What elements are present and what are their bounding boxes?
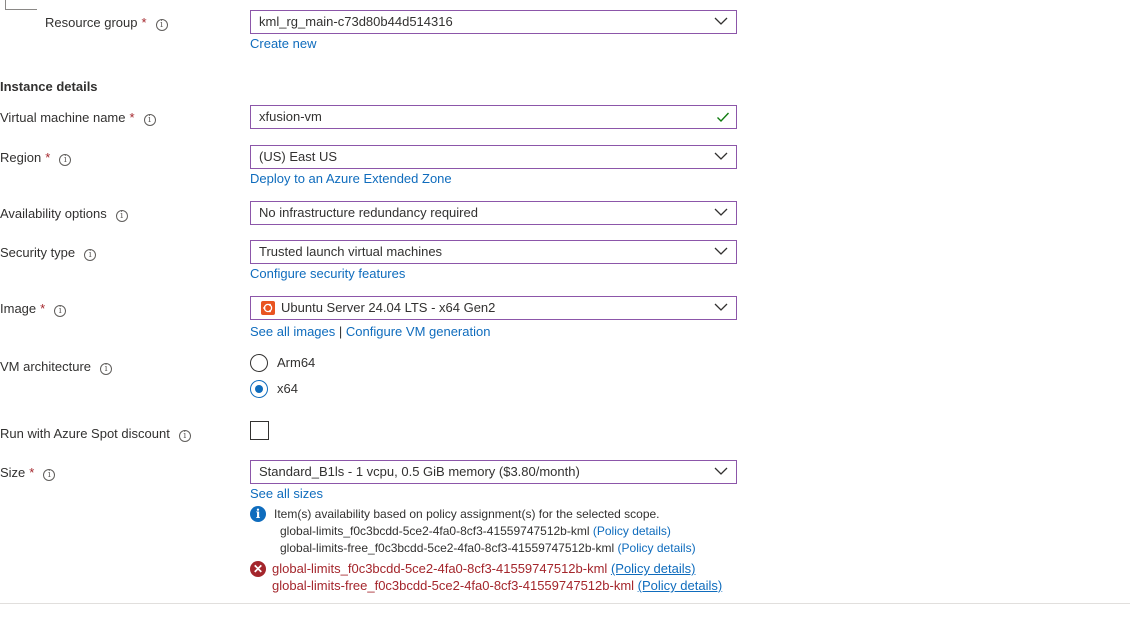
link-separator: | (338, 324, 343, 339)
info-icon[interactable]: i (178, 430, 191, 442)
error-circle-icon: ✕ (250, 561, 266, 577)
required-mark: * (141, 15, 147, 30)
resource-group-dropdown[interactable]: kml_rg_main-c73d80b44d514316 (250, 10, 737, 34)
info-message-text: Item(s) availability based on policy ass… (274, 507, 660, 521)
info-icon[interactable]: i (59, 154, 72, 166)
chevron-down-icon (714, 303, 728, 311)
create-new-link[interactable]: Create new (250, 36, 316, 51)
info-icon[interactable]: i (84, 249, 97, 261)
availability-value: No infrastructure redundancy required (259, 205, 478, 220)
info-policy-line: global-limits_f0c3bcdd-5ce2-4fa0-8cf3-41… (280, 524, 671, 538)
security-type-label: Security type i (0, 245, 97, 261)
size-value: Standard_B1ls - 1 vcpu, 0.5 GiB memory (… (259, 464, 580, 479)
image-dropdown[interactable]: Ubuntu Server 24.04 LTS - x64 Gen2 (250, 296, 737, 320)
policy-name: global-limits_f0c3bcdd-5ce2-4fa0-8cf3-41… (280, 524, 590, 538)
availability-label: Availability options i (0, 206, 128, 222)
radio-button-selected[interactable] (250, 380, 268, 398)
image-value: Ubuntu Server 24.04 LTS - x64 Gen2 (281, 300, 496, 315)
resource-group-label: Resource group * i (45, 15, 168, 31)
security-type-dropdown[interactable]: Trusted launch virtual machines (250, 240, 737, 264)
spot-label: Run with Azure Spot discount i (0, 426, 191, 442)
radio-button[interactable] (250, 354, 268, 372)
policy-name: global-limits-free_f0c3bcdd-5ce2-4fa0-8c… (272, 578, 635, 593)
radio-label: x64 (277, 381, 298, 396)
required-mark: * (40, 301, 46, 316)
security-type-value: Trusted launch virtual machines (259, 244, 443, 259)
policy-name: global-limits_f0c3bcdd-5ce2-4fa0-8cf3-41… (272, 561, 608, 576)
see-all-sizes-link[interactable]: See all sizes (250, 486, 323, 501)
vm-name-label-text: Virtual machine name (0, 110, 126, 125)
image-label-text: Image (0, 301, 37, 316)
required-mark: * (29, 465, 35, 480)
info-icon[interactable]: i (100, 363, 113, 375)
info-icon[interactable]: i (115, 210, 128, 222)
configure-security-link[interactable]: Configure security features (250, 266, 405, 281)
policy-details-link[interactable]: (Policy details) (638, 578, 723, 593)
vm-name-label: Virtual machine name * i (0, 110, 156, 126)
availability-label-text: Availability options (0, 206, 107, 221)
size-label-text: Size (0, 465, 26, 480)
resource-group-value: kml_rg_main-c73d80b44d514316 (259, 14, 453, 29)
section-title-instance-details: Instance details (0, 79, 98, 94)
info-icon[interactable]: i (54, 305, 67, 317)
availability-dropdown[interactable]: No infrastructure redundancy required (250, 201, 737, 225)
vm-name-input[interactable]: xfusion-vm (250, 105, 737, 129)
vm-architecture-label: VM architecture i (0, 359, 113, 375)
size-dropdown[interactable]: Standard_B1ls - 1 vcpu, 0.5 GiB memory (… (250, 460, 737, 484)
required-mark: * (45, 150, 51, 165)
spot-checkbox[interactable] (250, 421, 269, 440)
vm-architecture-label-text: VM architecture (0, 359, 92, 374)
info-circle-icon: i (250, 506, 266, 522)
error-policy-line: global-limits_f0c3bcdd-5ce2-4fa0-8cf3-41… (272, 561, 695, 576)
image-label: Image * i (0, 301, 67, 317)
configure-vm-generation-link[interactable]: Configure VM generation (346, 324, 491, 339)
policy-name: global-limits-free_f0c3bcdd-5ce2-4fa0-8c… (280, 541, 615, 555)
checkmark-icon (717, 112, 730, 123)
size-label: Size * i (0, 465, 56, 481)
see-all-images-link[interactable]: See all images (250, 324, 335, 339)
region-label: Region * i (0, 150, 72, 166)
region-dropdown[interactable]: (US) East US (250, 145, 737, 169)
error-policy-line: global-limits-free_f0c3bcdd-5ce2-4fa0-8c… (272, 578, 722, 593)
info-icon[interactable]: i (155, 19, 168, 31)
resource-group-label-text: Resource group (45, 15, 138, 30)
tree-connector (5, 0, 37, 10)
image-links: See all images | Configure VM generation (250, 324, 490, 339)
region-value: (US) East US (259, 149, 338, 164)
chevron-down-icon (714, 247, 728, 255)
policy-details-link[interactable]: (Policy details) (593, 524, 671, 538)
security-type-label-text: Security type (0, 245, 76, 260)
chevron-down-icon (714, 208, 728, 216)
vm-name-value: xfusion-vm (259, 109, 322, 124)
radio-label: Arm64 (277, 355, 316, 370)
spot-label-text: Run with Azure Spot discount (0, 426, 170, 441)
ubuntu-logo-icon (261, 301, 275, 315)
extended-zone-link[interactable]: Deploy to an Azure Extended Zone (250, 171, 452, 186)
chevron-down-icon (714, 17, 728, 25)
info-icon[interactable]: i (43, 469, 56, 481)
divider (0, 603, 1130, 604)
info-icon[interactable]: i (143, 114, 156, 126)
info-policy-line: global-limits-free_f0c3bcdd-5ce2-4fa0-8c… (280, 541, 696, 555)
chevron-down-icon (714, 467, 728, 475)
policy-details-link[interactable]: (Policy details) (611, 561, 696, 576)
chevron-down-icon (714, 152, 728, 160)
required-mark: * (129, 110, 135, 125)
region-label-text: Region (0, 150, 42, 165)
policy-details-link[interactable]: (Policy details) (618, 541, 696, 555)
